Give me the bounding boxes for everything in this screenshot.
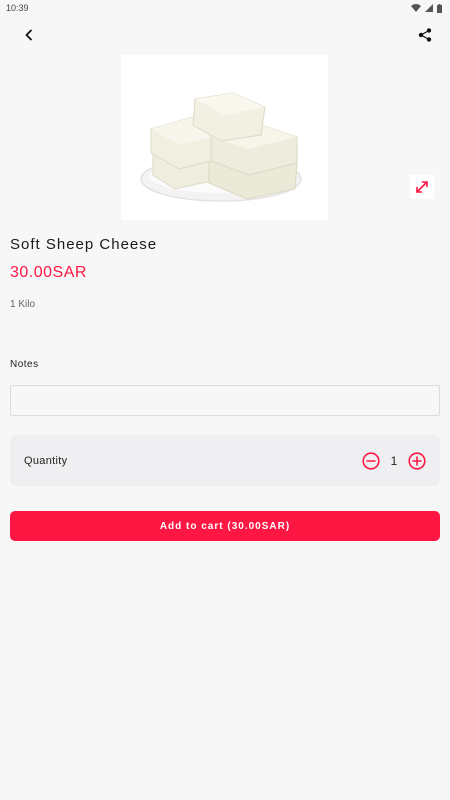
signal-icon <box>425 4 433 12</box>
product-unit: 1 Kilo <box>10 299 36 310</box>
battery-icon <box>437 3 442 13</box>
quantity-stepper: 1 <box>362 451 426 470</box>
share-button[interactable] <box>414 24 436 46</box>
expand-image-button[interactable] <box>410 175 434 199</box>
product-price: 30.00SAR <box>10 264 87 281</box>
notes-input[interactable] <box>10 385 440 416</box>
product-image <box>121 55 328 220</box>
quantity-label: Quantity <box>24 454 68 467</box>
top-toolbar <box>0 16 450 54</box>
status-icons <box>411 3 442 13</box>
add-to-cart-button[interactable]: Add to cart (30.00SAR) <box>10 511 440 541</box>
quantity-value: 1 <box>390 453 398 468</box>
cheese-illustration <box>140 92 302 202</box>
status-time: 10:39 <box>6 3 29 13</box>
plus-circle-icon[interactable] <box>408 451 426 470</box>
notes-label: Notes <box>10 359 39 370</box>
back-button[interactable] <box>18 24 40 46</box>
minus-circle-icon[interactable] <box>362 451 380 470</box>
back-arrow-icon <box>25 29 32 41</box>
share-icon <box>418 28 432 42</box>
quantity-card: Quantity 1 <box>10 435 440 486</box>
wifi-icon <box>411 4 421 12</box>
expand-icon <box>416 181 428 193</box>
status-bar: 10:39 <box>0 0 450 16</box>
product-title: Soft Sheep Cheese <box>10 236 158 253</box>
